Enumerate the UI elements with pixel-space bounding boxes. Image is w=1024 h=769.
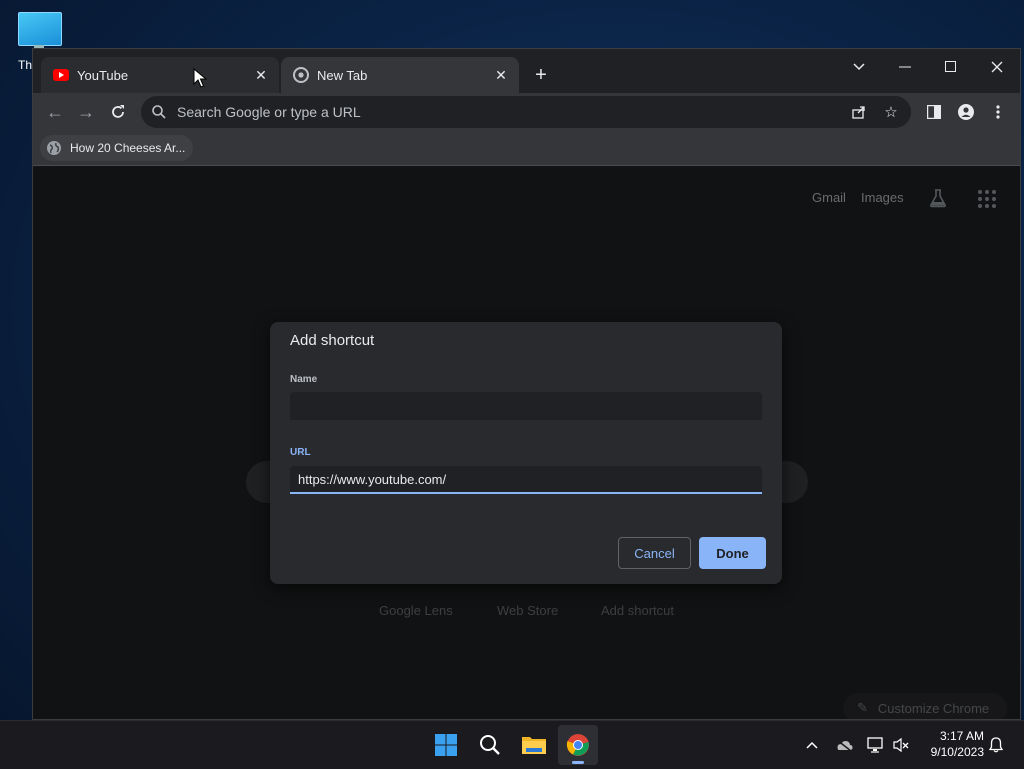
omnibox-input[interactable] — [175, 103, 847, 121]
menu-kebab-icon[interactable] — [986, 100, 1010, 124]
tab-title: YouTube — [77, 67, 129, 83]
youtube-icon — [53, 67, 69, 83]
chrome-icon — [293, 67, 309, 83]
onedrive-cloud-icon[interactable] — [834, 735, 854, 755]
taskbar: 3:17 AM 9/10/2023 — [0, 720, 1024, 769]
share-icon[interactable] — [847, 100, 871, 124]
back-arrow-icon[interactable]: ← — [43, 100, 67, 124]
reload-icon[interactable] — [106, 100, 130, 124]
dialog-title: Add shortcut — [290, 332, 375, 349]
monitor-icon — [18, 12, 62, 46]
close-window-button[interactable] — [981, 55, 1013, 79]
clock-date: 9/10/2023 — [930, 745, 984, 759]
tab-search-chevron-icon[interactable] — [843, 55, 875, 79]
file-explorer-button[interactable] — [514, 725, 554, 765]
omnibox[interactable]: ☆ — [141, 96, 911, 128]
taskbar-search-button[interactable] — [470, 725, 510, 765]
name-label: Name — [290, 374, 318, 385]
bookmarks-bar: How 20 Cheeses Ar... — [33, 131, 1020, 166]
url-label: URL — [290, 447, 311, 458]
tab-new-tab[interactable]: New Tab ✕ — [281, 57, 519, 93]
volume-muted-icon[interactable] — [891, 735, 911, 755]
new-tab-button[interactable]: + — [529, 63, 553, 87]
folder-icon — [522, 737, 546, 754]
profile-icon[interactable] — [954, 100, 978, 124]
cancel-button[interactable]: Cancel — [618, 537, 691, 569]
windows-logo-icon — [435, 734, 457, 756]
done-button[interactable]: Done — [699, 537, 766, 569]
mouse-cursor-icon — [193, 67, 208, 88]
side-panel-icon[interactable] — [922, 100, 946, 124]
search-icon — [151, 104, 167, 120]
bookmark-label: How 20 Cheeses Ar... — [70, 141, 186, 155]
toolbar: ← → ☆ — [33, 93, 1020, 131]
bookmark-item[interactable]: How 20 Cheeses Ar... — [40, 135, 194, 161]
close-tab-icon[interactable]: ✕ — [251, 65, 271, 85]
url-field[interactable] — [290, 466, 762, 494]
show-hidden-icons-chevron-icon[interactable] — [802, 735, 822, 755]
clock-time: 3:17 AM — [939, 729, 984, 743]
tab-strip: YouTube ✕ New Tab ✕ + — [33, 49, 1020, 93]
chrome-taskbar-button[interactable] — [558, 725, 598, 765]
notification-bell-icon[interactable] — [986, 735, 1006, 755]
chrome-icon — [566, 734, 589, 756]
minimize-button[interactable] — [889, 55, 921, 79]
taskbar-clock[interactable]: 3:17 AM 9/10/2023 — [922, 728, 984, 760]
close-tab-icon[interactable]: ✕ — [491, 65, 511, 85]
add-shortcut-dialog: Add shortcut Name URL Cancel Done — [270, 322, 782, 584]
tab-title: New Tab — [317, 67, 368, 83]
name-field[interactable] — [290, 392, 762, 420]
active-indicator — [572, 761, 584, 764]
globe-icon — [46, 140, 62, 156]
tab-youtube[interactable]: YouTube ✕ — [41, 57, 279, 93]
network-icon[interactable] — [866, 735, 886, 755]
search-icon — [480, 735, 500, 755]
bookmark-star-icon[interactable]: ☆ — [879, 100, 903, 124]
start-button[interactable] — [426, 725, 466, 765]
forward-arrow-icon[interactable]: → — [74, 100, 98, 124]
desktop-icon-label: Th — [18, 58, 33, 72]
maximize-button[interactable] — [935, 55, 967, 79]
